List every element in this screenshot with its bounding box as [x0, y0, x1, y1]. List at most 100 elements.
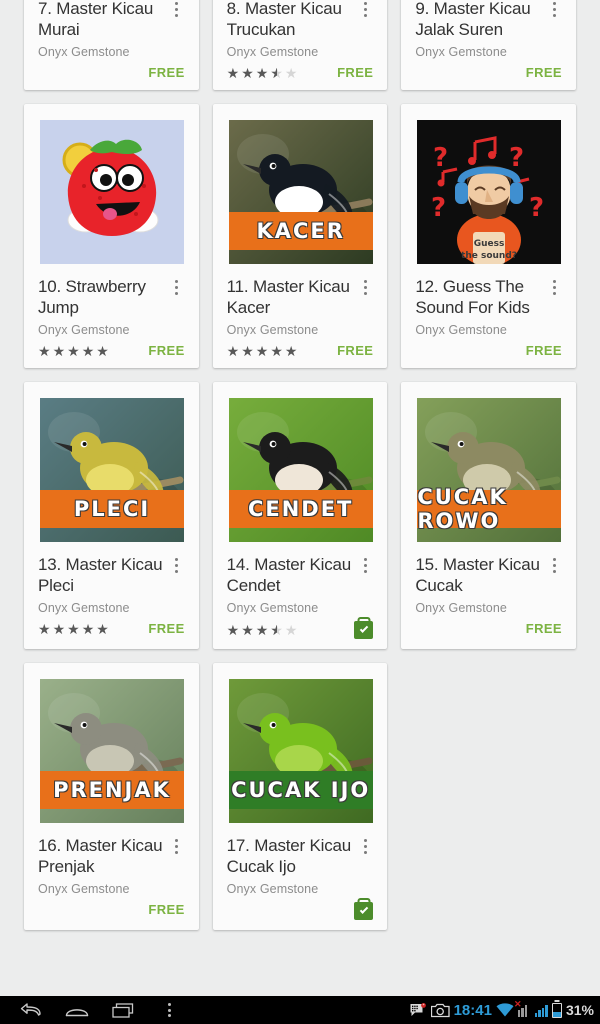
app-card[interactable]: 10. Strawberry Jump Onyx Gemstone ★ ★ ★ ★ ★ … — [24, 104, 199, 368]
app-thumbnail[interactable]: PLECI — [40, 398, 184, 542]
signal-no-service-icon: ✕ — [514, 999, 531, 1017]
star-1: ★ — [38, 620, 51, 637]
star-3: ★ — [255, 622, 269, 638]
star-4: ★ — [270, 342, 283, 359]
installed-badge-icon — [354, 621, 374, 639]
app-thumbnail[interactable] — [40, 120, 184, 264]
app-thumbnail[interactable]: CUCAK IJO — [228, 679, 373, 823]
app-title: 8. Master Kicau Trucukan — [226, 0, 342, 39]
app-card-body: 16. Master Kicau Prenjak Onyx Gemstone F… — [24, 823, 199, 930]
app-developer: Onyx Gemstone — [226, 45, 319, 59]
app-meta-row: ★★★★★ FREE — [38, 621, 185, 646]
overflow-menu-icon[interactable] — [357, 276, 373, 298]
overflow-menu-icon[interactable] — [169, 0, 185, 20]
app-title: 15. Master Kicau Cucak — [415, 555, 540, 595]
app-title: 17. Master Kicau Cucak Ijo — [226, 836, 352, 876]
recents-button[interactable] — [100, 996, 146, 1024]
app-developer: Onyx Gemstone — [415, 323, 507, 337]
app-card-body: 11. Master Kicau Kacer Onyx Gemstone ★ ★ ★… — [213, 264, 388, 368]
app-title-row: 15. Master Kicau Cucak — [415, 554, 562, 596]
strawberry-mascot-art — [40, 120, 184, 264]
app-card[interactable]: CUCAK ROWO 15. Master Kicau Cucak Onyx G… — [401, 382, 577, 649]
star-1: ★ — [226, 622, 240, 638]
star-1: ★ — [226, 342, 240, 359]
svg-text:?: ? — [431, 193, 446, 223]
overflow-menu-icon[interactable] — [546, 554, 562, 576]
recents-rectangle-icon — [112, 1002, 134, 1018]
camera-icon — [430, 1003, 450, 1018]
app-developer: Onyx Gemstone — [415, 601, 507, 615]
app-thumbnail[interactable]: KACER — [228, 120, 373, 264]
home-dome-icon — [65, 1009, 89, 1017]
installed-badge-icon — [354, 902, 374, 920]
app-developer: Onyx Gemstone — [38, 45, 130, 59]
app-card[interactable]: 8. Master Kicau Trucukan Onyx Gemstone ★… — [212, 0, 388, 90]
app-meta-row: FREE — [38, 902, 185, 927]
app-card-body: 8. Master Kicau Trucukan Onyx Gemstone ★… — [213, 0, 388, 90]
star-4: ★ — [81, 620, 95, 637]
app-meta-row — [227, 902, 374, 930]
star-3: ★ — [255, 342, 269, 359]
signal-bars-blue — [534, 1004, 548, 1017]
app-meta-row: ★ ★ ★ ★ ★ — [227, 621, 374, 649]
app-thumbnail[interactable]: PRENJAK — [40, 679, 184, 823]
app-grid[interactable]: 7. Master Kicau Murai Onyx Gemstone FREE… — [0, 0, 600, 996]
app-card[interactable]: ?? ?? Guess the sound? 12. Guess The Sou… — [401, 104, 577, 368]
app-title-row: 9. Master Kicau Jalak Suren — [415, 0, 562, 40]
star-4: ★ — [81, 342, 95, 359]
overflow-menu-icon[interactable] — [357, 835, 373, 857]
overflow-menu-icon[interactable] — [546, 0, 562, 20]
app-title-row: 8. Master Kicau Trucukan — [227, 0, 374, 40]
app-price-label: FREE — [148, 621, 185, 636]
star-3: ★ — [67, 342, 80, 359]
menu-button[interactable] — [146, 996, 192, 1024]
app-card[interactable]: CENDET 14. Master Kicau Cendet Onyx Gems… — [212, 382, 388, 649]
thumbnail-caption: CUCAK ROWO — [417, 485, 562, 533]
star-5: ★ — [284, 342, 298, 359]
rating-stars: ★ ★ ★ ★ ★ — [227, 344, 298, 358]
app-meta-row: ★★★★★ FREE — [38, 343, 185, 368]
overflow-menu-icon[interactable] — [169, 276, 185, 298]
star-4: ★ — [270, 623, 283, 637]
star-1: ★ — [226, 64, 240, 81]
app-card[interactable]: CUCAK IJO 17. Master Kicau Cucak Ijo Ony… — [212, 663, 388, 930]
thumbnail-caption: PRENJAK — [40, 771, 184, 809]
app-title: 16. Master Kicau Prenjak — [38, 836, 163, 876]
app-card[interactable]: PRENJAK 16. Master Kicau Prenjak Onyx Ge… — [24, 663, 199, 930]
svg-text:the sound?: the sound? — [461, 251, 517, 261]
overflow-menu-icon[interactable] — [546, 276, 562, 298]
overflow-menu-icon[interactable] — [357, 554, 373, 576]
back-button[interactable] — [8, 996, 54, 1024]
thumbnail-caption: PLECI — [40, 490, 184, 528]
app-card-body: 9. Master Kicau Jalak Suren Onyx Gemston… — [401, 0, 576, 90]
navigation-buttons — [0, 996, 192, 1024]
app-card-body: 12. Guess The Sound For Kids Onyx Gemsto… — [401, 264, 576, 368]
app-price-label: FREE — [525, 343, 563, 358]
app-title-row: 10. Strawberry Jump — [38, 276, 185, 318]
app-thumbnail[interactable]: CUCAK ROWO — [417, 398, 562, 542]
app-card[interactable]: 9. Master Kicau Jalak Suren Onyx Gemston… — [401, 0, 577, 90]
app-developer: Onyx Gemstone — [415, 45, 507, 59]
app-card[interactable]: 7. Master Kicau Murai Onyx Gemstone FREE — [24, 0, 199, 90]
app-card[interactable]: PLECI 13. Master Kicau Pleci Onyx Gemsto… — [24, 382, 199, 649]
star-2: ★ — [241, 342, 254, 359]
guess-the-sound-art: ?? ?? Guess the sound? — [417, 120, 562, 264]
app-thumbnail[interactable]: ?? ?? Guess the sound? — [417, 120, 562, 264]
app-thumbnail[interactable]: CENDET — [228, 398, 373, 542]
app-title-row: 7. Master Kicau Murai — [38, 0, 185, 40]
overflow-menu-icon[interactable] — [169, 554, 185, 576]
app-card-body: 15. Master Kicau Cucak Onyx Gemstone FRE… — [401, 542, 576, 649]
home-button[interactable] — [54, 996, 100, 1024]
battery-percent-label: 31% — [565, 1002, 594, 1018]
signal-bars-gray: ✕ — [514, 999, 531, 1017]
app-developer: Onyx Gemstone — [38, 601, 130, 615]
app-card[interactable]: KACER 11. Master Kicau Kacer Onyx Gemsto… — [212, 104, 388, 368]
app-price-label: FREE — [148, 65, 185, 80]
star-5: ★ — [284, 622, 298, 638]
overflow-menu-icon[interactable] — [169, 835, 185, 857]
thumbnail-caption: CUCAK IJO — [228, 771, 373, 809]
overflow-menu-icon[interactable] — [357, 0, 373, 20]
star-3: ★ — [255, 64, 269, 81]
app-title: 7. Master Kicau Murai — [38, 0, 154, 39]
app-price-label: FREE — [525, 65, 563, 80]
